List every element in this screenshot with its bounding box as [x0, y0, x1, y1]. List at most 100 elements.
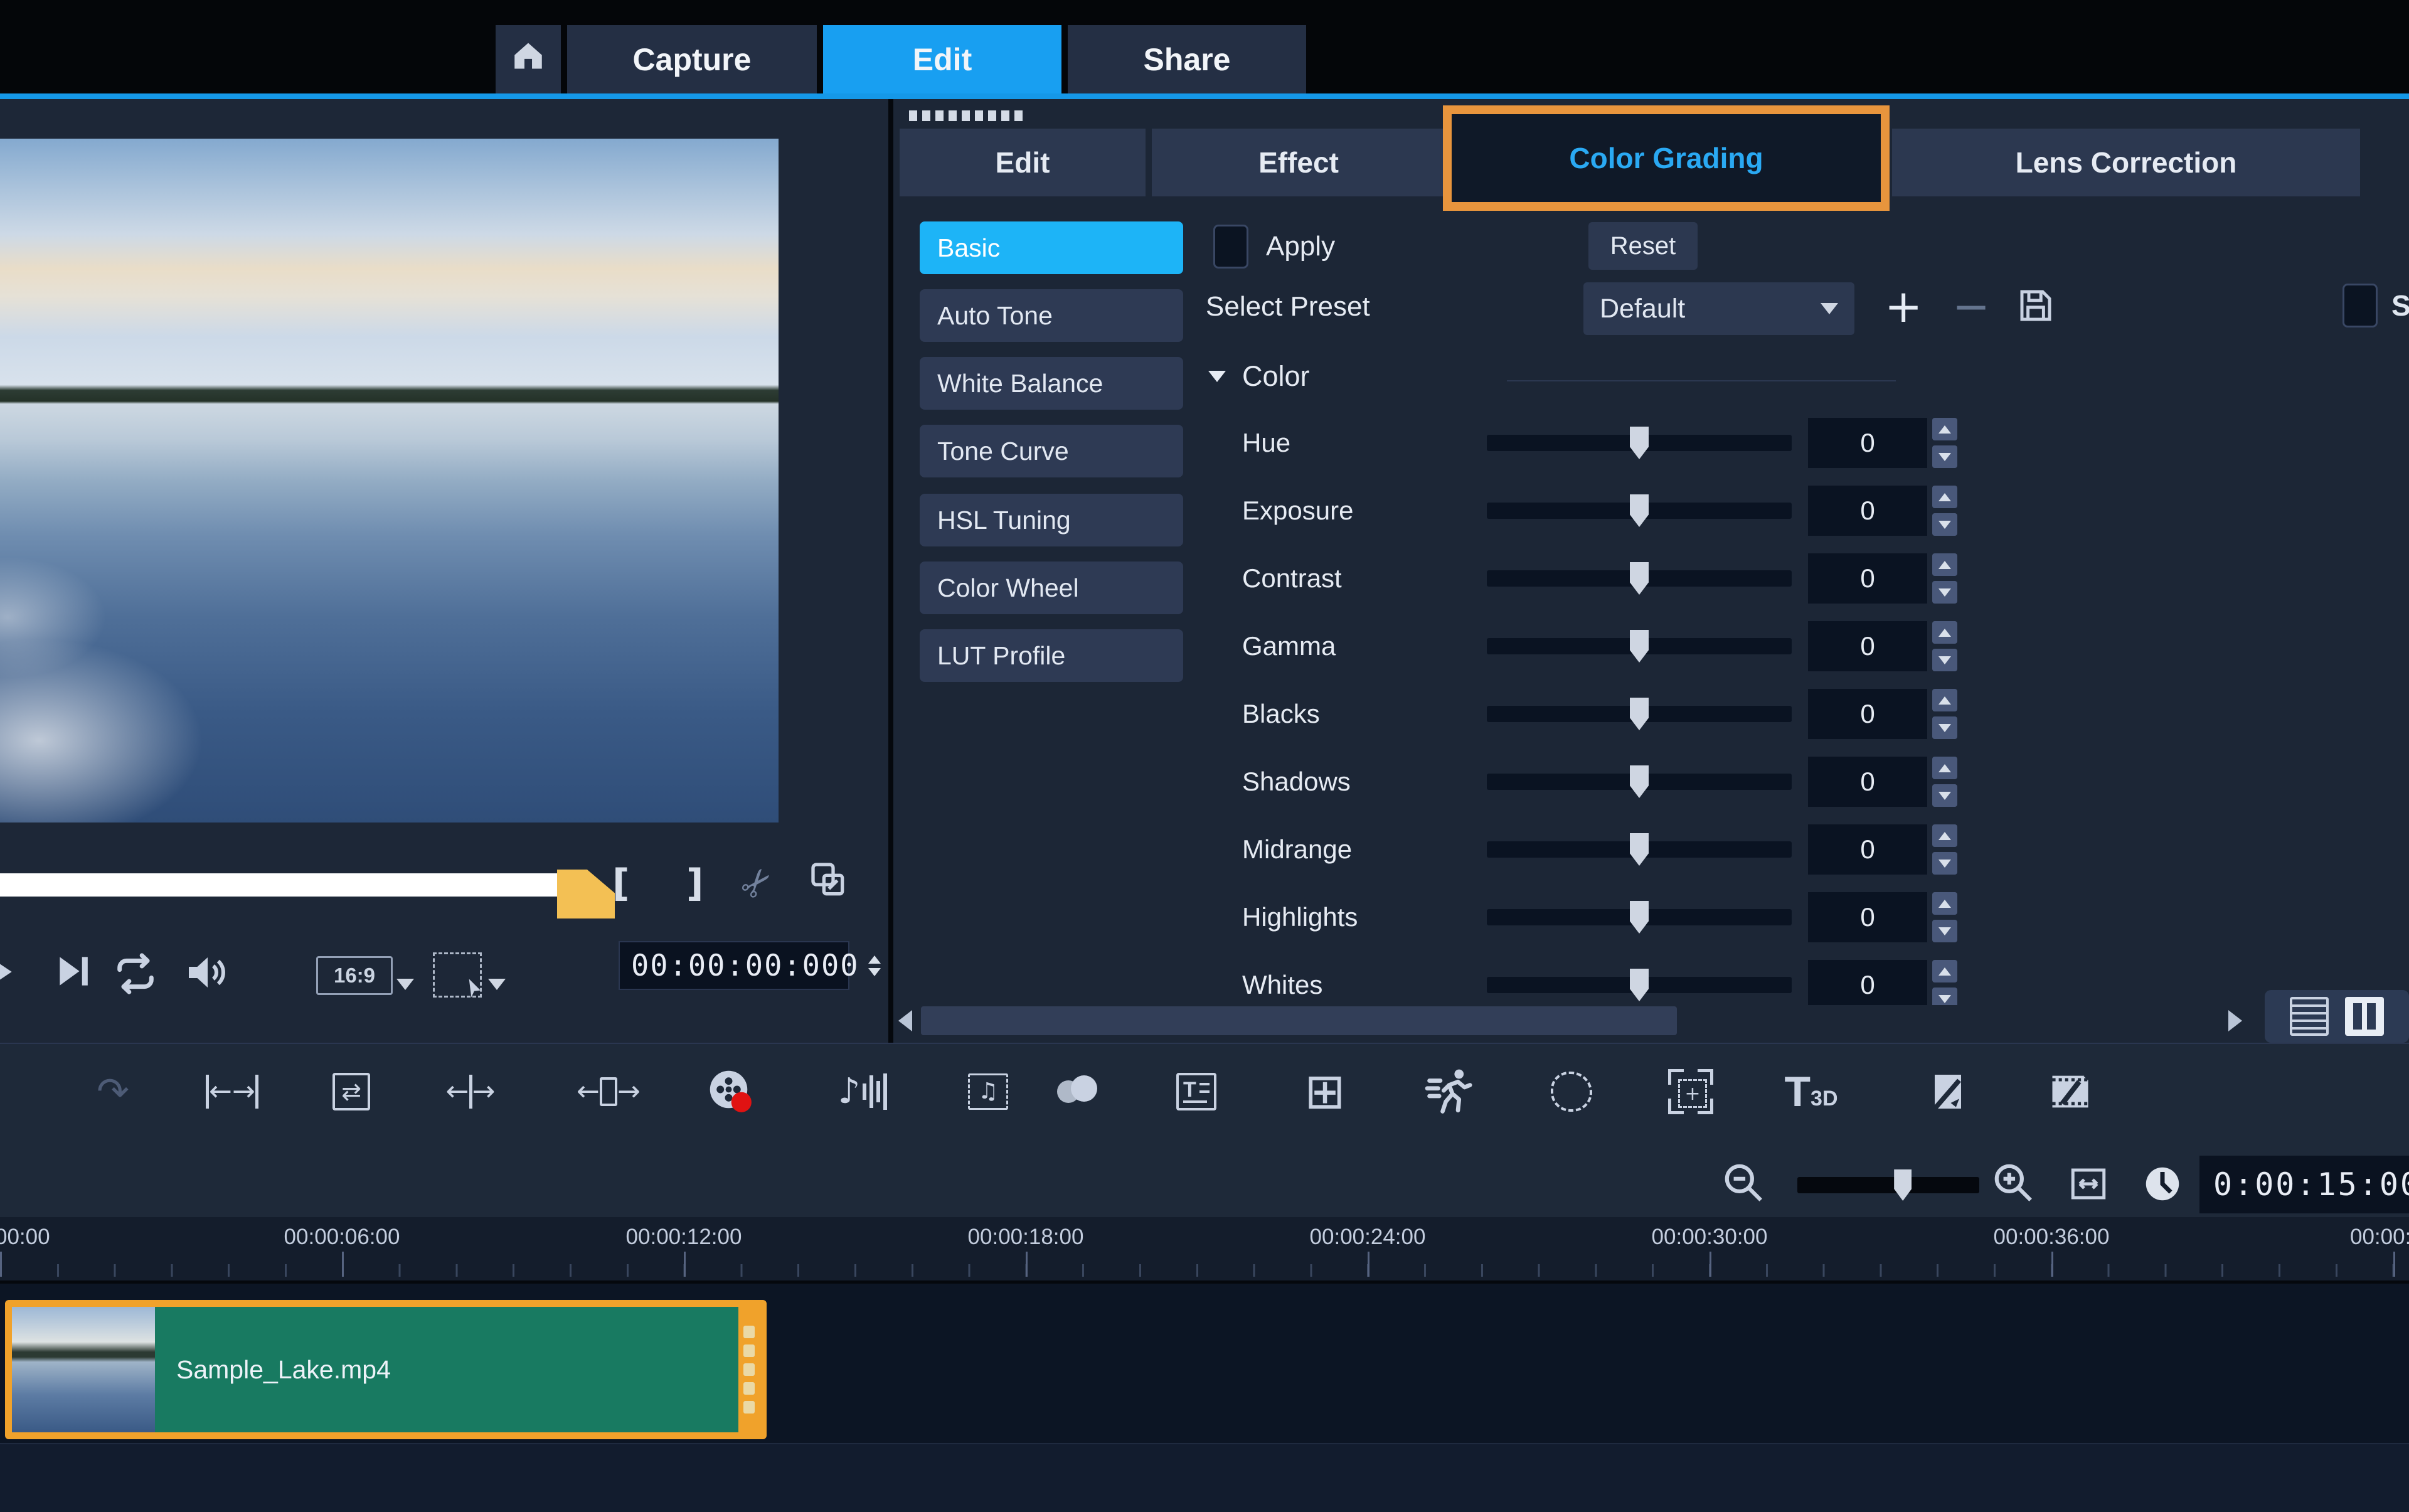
- selection-marquee-icon[interactable]: [433, 952, 482, 998]
- midrange-slider[interactable]: [1487, 841, 1792, 858]
- 3d-title-icon[interactable]: T 3D: [1777, 1062, 1846, 1122]
- multi-point-tracker-icon[interactable]: +: [1656, 1062, 1725, 1122]
- zoom-out-icon[interactable]: [1720, 1159, 1767, 1209]
- panel-tab-edit[interactable]: Edit: [900, 129, 1146, 196]
- stepper-down-button[interactable]: [1932, 784, 1957, 807]
- marquee-caret-icon[interactable]: [488, 979, 506, 990]
- sidebar-item-auto-tone[interactable]: Auto Tone: [920, 289, 1183, 342]
- exposure-slider[interactable]: [1487, 503, 1792, 519]
- stepper-down-button[interactable]: [1932, 649, 1957, 671]
- slider-value[interactable]: 0: [1808, 621, 1927, 671]
- slider-handle[interactable]: [1630, 698, 1649, 730]
- slider-value[interactable]: 0: [1808, 689, 1927, 739]
- slider-value[interactable]: 0: [1808, 553, 1927, 604]
- sidebar-item-basic[interactable]: Basic: [920, 221, 1183, 274]
- slider-handle[interactable]: [1630, 901, 1649, 934]
- redo-icon[interactable]: ↷: [78, 1062, 147, 1122]
- slider-handle[interactable]: [1630, 494, 1649, 527]
- split-clip-icon[interactable]: ✂: [727, 854, 788, 913]
- stepper-down-button[interactable]: [1932, 513, 1957, 536]
- stepper-up-button[interactable]: [1932, 757, 1957, 779]
- home-tab[interactable]: [496, 25, 561, 93]
- blacks-slider[interactable]: [1487, 706, 1792, 722]
- stepper-up-button[interactable]: [1932, 553, 1957, 576]
- next-frame-button[interactable]: [53, 950, 95, 996]
- slider-value[interactable]: 0: [1808, 486, 1927, 536]
- mark-in-button[interactable]: [: [612, 857, 629, 910]
- ripple-edit-icon[interactable]: ←→: [574, 1062, 643, 1122]
- gamma-slider[interactable]: [1487, 638, 1792, 654]
- video-clip[interactable]: Sample_Lake.mp4: [5, 1300, 767, 1439]
- stepper-up-button[interactable]: [1932, 824, 1957, 847]
- loop-playback-icon[interactable]: [112, 950, 159, 1001]
- stepper-down-button[interactable]: [1932, 716, 1957, 739]
- clipped-checkbox[interactable]: [2343, 284, 2378, 327]
- stepper-down-button[interactable]: [1932, 920, 1957, 942]
- color-section-header[interactable]: Color: [1208, 360, 1310, 393]
- sidebar-item-color-wheel[interactable]: Color Wheel: [920, 562, 1183, 614]
- timeline-track-area[interactable]: Sample_Lake.mp4: [0, 1284, 2409, 1512]
- stepper-down-button[interactable]: [1932, 581, 1957, 604]
- slider-handle[interactable]: [1630, 833, 1649, 866]
- slider-handle[interactable]: [1630, 765, 1649, 798]
- subtitle-editor-icon[interactable]: T: [1162, 1062, 1231, 1122]
- shuttle-box-icon[interactable]: ⇄: [317, 1062, 386, 1122]
- split-arrows-icon[interactable]: ←→: [436, 1062, 505, 1122]
- timeline-zoom-slider[interactable]: [1797, 1177, 1979, 1193]
- play-button[interactable]: [0, 950, 26, 997]
- remove-preset-button[interactable]: −: [1952, 280, 1990, 333]
- motion-tracking-icon[interactable]: [1415, 1062, 1484, 1122]
- slider-handle[interactable]: [1630, 562, 1649, 595]
- stepper-down-button[interactable]: [1932, 445, 1957, 468]
- timeline-view-icon[interactable]: [2345, 997, 2384, 1036]
- save-preset-icon[interactable]: [2015, 285, 2056, 329]
- multicam-editor-icon[interactable]: [2036, 1062, 2105, 1122]
- duration-clock-icon[interactable]: [2140, 1162, 2184, 1209]
- stepper-up-button[interactable]: [1932, 621, 1957, 644]
- preset-dropdown[interactable]: Default: [1583, 282, 1854, 335]
- whites-slider[interactable]: [1487, 977, 1792, 993]
- reset-button[interactable]: Reset: [1588, 222, 1698, 270]
- add-preset-button[interactable]: +: [1885, 280, 1922, 333]
- sidebar-item-hsl-tuning[interactable]: HSL Tuning: [920, 494, 1183, 546]
- storyboard-view-icon[interactable]: [2290, 997, 2329, 1036]
- horizontal-scrollbar[interactable]: [921, 1006, 1677, 1035]
- timecode-down-icon[interactable]: [868, 968, 881, 976]
- split-screen-template-icon[interactable]: ⊞: [1290, 1062, 1359, 1122]
- auto-music-icon[interactable]: ♫: [954, 1062, 1023, 1122]
- nav-tab-edit[interactable]: Edit: [823, 25, 1061, 93]
- stepper-down-button[interactable]: [1932, 988, 1957, 1005]
- highlights-slider[interactable]: [1487, 909, 1792, 925]
- nav-tab-capture[interactable]: Capture: [567, 25, 817, 93]
- slider-handle[interactable]: [1630, 427, 1649, 459]
- sound-mixer-icon[interactable]: ♪: [828, 1062, 897, 1122]
- transition-icon[interactable]: [1043, 1062, 1112, 1122]
- apply-checkbox[interactable]: [1213, 225, 1248, 269]
- sidebar-item-white-balance[interactable]: White Balance: [920, 357, 1183, 410]
- panel-tab-lens-correction[interactable]: Lens Correction: [1892, 129, 2360, 196]
- scroll-left-icon[interactable]: [898, 1010, 912, 1031]
- stepper-down-button[interactable]: [1932, 852, 1957, 875]
- mask-creator-icon[interactable]: [1537, 1062, 1606, 1122]
- zoom-in-icon[interactable]: [1990, 1159, 2036, 1209]
- clip-trim-handle[interactable]: [738, 1307, 760, 1432]
- stepper-up-button[interactable]: [1932, 892, 1957, 915]
- stepper-up-button[interactable]: [1932, 486, 1957, 508]
- aspect-ratio-selector[interactable]: 16:9: [316, 956, 393, 995]
- project-duration-display[interactable]: 0:00:15:00: [2199, 1156, 2409, 1213]
- sidebar-item-lut-profile[interactable]: LUT Profile: [920, 629, 1183, 682]
- preview-timecode[interactable]: 00:00:00:000: [619, 941, 849, 990]
- fit-timeline-icon[interactable]: [2068, 1163, 2109, 1208]
- mark-out-button[interactable]: ]: [686, 857, 703, 910]
- contrast-slider[interactable]: [1487, 570, 1792, 587]
- stepper-up-button[interactable]: [1932, 689, 1957, 711]
- sidebar-item-tone-curve[interactable]: Tone Curve: [920, 425, 1183, 477]
- slider-value[interactable]: 0: [1808, 757, 1927, 807]
- stepper-up-button[interactable]: [1932, 418, 1957, 440]
- nav-tab-share[interactable]: Share: [1068, 25, 1306, 93]
- panel-tab-color-grading[interactable]: Color Grading: [1452, 114, 1881, 202]
- stepper-up-button[interactable]: [1932, 960, 1957, 982]
- timecode-up-icon[interactable]: [868, 956, 881, 964]
- timeline-lower-track[interactable]: [0, 1443, 2409, 1512]
- slider-value[interactable]: 0: [1808, 418, 1927, 468]
